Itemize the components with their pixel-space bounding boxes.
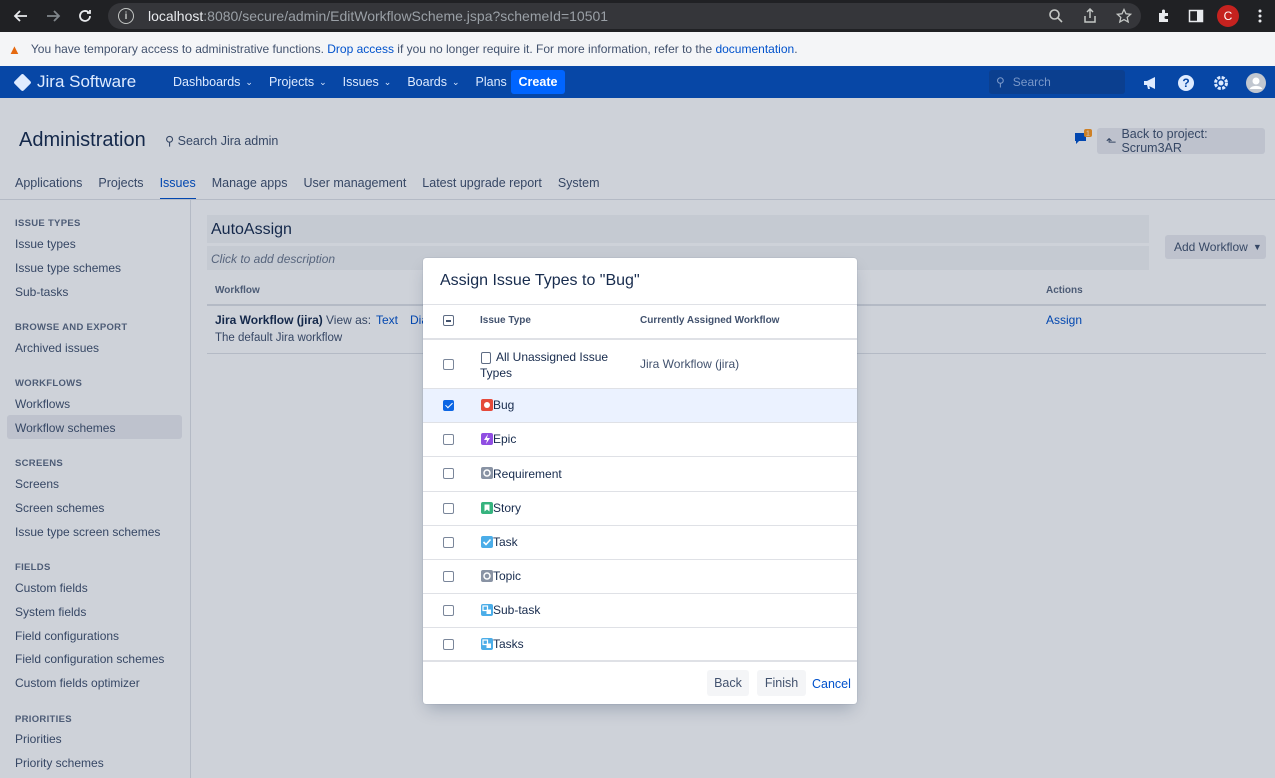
- nav-projects[interactable]: Projects ⌄: [269, 75, 327, 89]
- extensions-puzzle-icon[interactable]: [1153, 5, 1175, 27]
- row-checkbox[interactable]: [443, 605, 454, 616]
- browser-toolbar: i localhost:8080/secure/admin/EditWorkfl…: [0, 0, 1275, 32]
- epic-icon: [481, 433, 493, 445]
- table-row: Task: [423, 526, 857, 559]
- table-row: Bug: [423, 389, 857, 422]
- story-icon: [481, 502, 493, 514]
- bug-icon: [481, 399, 493, 411]
- topic-icon: [481, 570, 493, 582]
- table-row: Epic: [423, 423, 857, 456]
- search-icon: ⚲: [996, 75, 1005, 89]
- profile-avatar[interactable]: C: [1217, 5, 1239, 27]
- row-checkbox[interactable]: [443, 571, 454, 582]
- svg-text:?: ?: [1182, 76, 1189, 90]
- chevron-down-icon: ⌄: [245, 76, 253, 87]
- table-row: Tasks: [423, 628, 857, 661]
- finish-button[interactable]: Finish: [757, 670, 806, 696]
- row-checkbox[interactable]: [443, 503, 454, 514]
- nav-dashboards[interactable]: Dashboards ⌄: [173, 75, 253, 89]
- main-nav: Dashboards ⌄ Projects ⌄ Issues ⌄ Boards ⌄ Pl…: [173, 66, 535, 98]
- select-all-checkbox[interactable]: [443, 315, 454, 326]
- issue-type-label: Story: [493, 501, 522, 515]
- table-row: Story: [423, 492, 857, 525]
- issue-type-label: Topic: [493, 569, 522, 583]
- reload-icon[interactable]: [72, 3, 98, 29]
- jira-logo[interactable]: Jira Software: [13, 72, 136, 92]
- current-workflow: Jira Workflow (jira): [640, 357, 740, 371]
- issue-type-label: All Unassigned Issue Types: [480, 350, 609, 380]
- url-text[interactable]: localhost:8080/secure/admin/EditWorkflow…: [148, 8, 608, 24]
- help-icon[interactable]: ?: [1176, 73, 1196, 93]
- chevron-down-icon: ⌄: [383, 76, 392, 87]
- forward-arrow-icon[interactable]: [40, 3, 66, 29]
- task-icon: [481, 536, 493, 548]
- table-row: All Unassigned Issue Types Jira Workflow…: [423, 340, 857, 388]
- dialog-title: Assign Issue Types to "Bug": [440, 272, 640, 289]
- issue-type-label: Task: [493, 535, 518, 549]
- search-input[interactable]: ⚲ Search: [989, 70, 1125, 94]
- row-checkbox[interactable]: [443, 639, 454, 650]
- row-checkbox[interactable]: [443, 400, 454, 411]
- user-avatar-icon[interactable]: [1246, 73, 1266, 93]
- row-checkbox[interactable]: [443, 434, 454, 445]
- row-checkbox[interactable]: [443, 359, 454, 370]
- issue-type-label: Requirement: [493, 467, 562, 481]
- divider: [423, 660, 857, 662]
- issue-type-label: Sub-task: [493, 603, 541, 617]
- issue-type-label: Bug: [493, 398, 515, 412]
- row-checkbox[interactable]: [443, 468, 454, 479]
- back-button[interactable]: Back: [707, 670, 749, 696]
- settings-gear-icon[interactable]: [1211, 73, 1231, 93]
- column-header-current-workflow: Currently Assigned Workflow: [640, 315, 780, 326]
- subtask-icon: [481, 604, 493, 616]
- assign-issue-types-dialog: Assign Issue Types to "Bug" Issue Type C…: [423, 258, 857, 704]
- table-row: Sub-task: [423, 594, 857, 627]
- megaphone-icon[interactable]: [1141, 73, 1161, 93]
- chevron-down-icon: ⌄: [319, 76, 327, 87]
- admin-access-banner: ▲ You have temporary access to administr…: [0, 32, 1275, 66]
- nav-boards[interactable]: Boards ⌄: [407, 75, 459, 89]
- nav-issues[interactable]: Issues ⌄: [343, 75, 392, 89]
- warning-icon: ▲: [8, 41, 21, 57]
- documentation-link[interactable]: documentation: [715, 42, 794, 56]
- requirement-icon: [481, 467, 493, 479]
- jira-header: Jira Software Dashboards ⌄ Projects ⌄ Issu…: [0, 66, 1275, 98]
- address-bar[interactable]: i localhost:8080/secure/admin/EditWorkfl…: [108, 3, 1141, 29]
- issue-type-label: Tasks: [493, 637, 524, 651]
- side-panel-icon[interactable]: [1185, 5, 1207, 27]
- divider: [423, 304, 857, 305]
- cancel-link[interactable]: Cancel: [812, 677, 851, 691]
- create-button[interactable]: Create: [511, 70, 565, 94]
- site-info-icon[interactable]: i: [118, 8, 134, 24]
- row-checkbox[interactable]: [443, 537, 454, 548]
- share-icon[interactable]: [1081, 7, 1099, 25]
- jira-diamond-icon: [13, 72, 32, 92]
- back-arrow-icon[interactable]: [8, 3, 34, 29]
- column-header-issue-type: Issue Type: [480, 315, 531, 326]
- zoom-icon[interactable]: [1047, 7, 1065, 25]
- table-row: Requirement: [423, 457, 857, 491]
- bookmark-star-icon[interactable]: [1115, 7, 1133, 25]
- drop-access-link[interactable]: Drop access: [327, 42, 394, 56]
- chevron-down-icon: ⌄: [451, 76, 460, 87]
- subtask-icon: [481, 638, 493, 650]
- table-row: Topic: [423, 560, 857, 593]
- kebab-menu-icon[interactable]: [1249, 5, 1271, 27]
- issue-type-label: Epic: [493, 432, 517, 446]
